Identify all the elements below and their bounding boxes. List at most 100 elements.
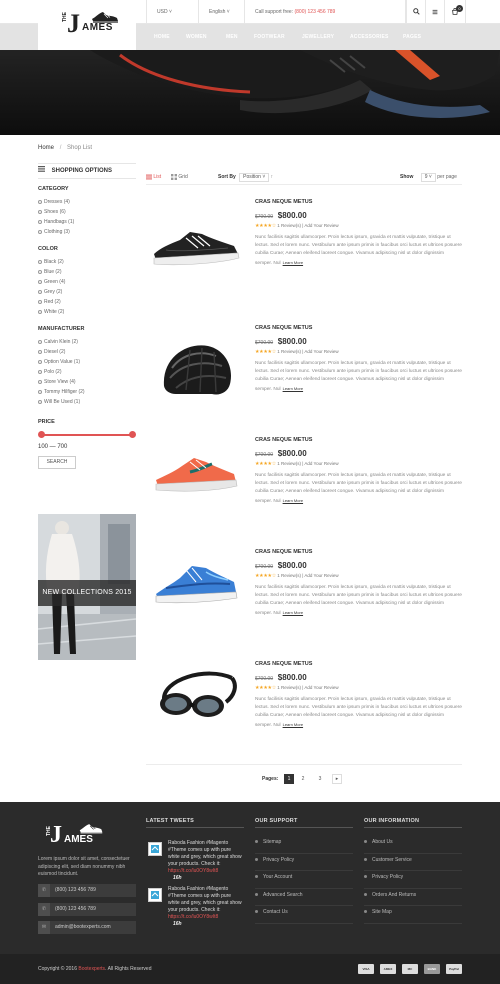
tweet-time: 16h [173, 875, 182, 881]
nav-accessories[interactable]: ACCESSORIES [350, 24, 389, 50]
filter-option[interactable]: White (2) [38, 307, 136, 317]
product-image[interactable] [146, 548, 244, 648]
tweet-link[interactable]: https://t.co/lu0OY8wIt8 [168, 914, 218, 920]
grid-view-icon [171, 173, 177, 180]
filter-option[interactable]: Blue (2) [38, 267, 136, 277]
footer-link[interactable]: Your Account [255, 871, 353, 889]
filter-label: Clothing (3) [44, 229, 70, 235]
footer-link[interactable]: Privacy Policy [255, 854, 353, 871]
nav-jewellery[interactable]: JEWELLERY [302, 24, 334, 50]
nav-women[interactable]: WOMEN [186, 24, 207, 50]
filter-option[interactable]: Will Be Used (1) [38, 397, 136, 407]
our-information: OUR INFORMATION About Us Customer Servic… [364, 818, 462, 924]
mail-icon: ✉ [38, 921, 50, 934]
mastercard-icon: MC [402, 964, 418, 974]
review-links[interactable]: 1 Review(s) | Add Your Review [277, 349, 338, 354]
show-select[interactable]: 9 ˅ [420, 173, 436, 182]
per-page-label: per page [437, 174, 457, 180]
promo-banner[interactable]: NEW COLLECTIONS 2015 [38, 514, 136, 660]
next-page-button[interactable]: ▸ [332, 774, 342, 784]
filter-option[interactable]: Diesel (2) [38, 347, 136, 357]
bullet-icon [255, 910, 258, 914]
nav-home[interactable]: HOME [154, 24, 170, 50]
product-image[interactable] [146, 324, 244, 424]
nav-pages[interactable]: PAGES [403, 24, 421, 50]
filter-option[interactable]: Grey (2) [38, 287, 136, 297]
filter-option[interactable]: Black (2) [38, 257, 136, 267]
learn-more-link[interactable]: Learn More [283, 722, 303, 727]
list-view-toggle[interactable]: List [146, 172, 161, 182]
language-selector[interactable]: English ˅ [198, 0, 244, 24]
filter-option[interactable]: Dresses (4) [38, 197, 136, 207]
tweet-link[interactable]: https://t.co/lu0OY8wIt8 [168, 868, 218, 874]
filter-option[interactable]: Handbags (1) [38, 217, 136, 227]
site-logo[interactable]: THE J AMES [38, 0, 136, 50]
filter-option[interactable]: Green (4) [38, 277, 136, 287]
product-image[interactable] [146, 660, 244, 760]
nav-men[interactable]: MEN [226, 24, 238, 50]
radio-icon [38, 309, 42, 314]
search-button[interactable] [406, 0, 425, 24]
filter-option[interactable]: Calvin Klein (2) [38, 337, 136, 347]
footer-link[interactable]: Advanced Search [255, 889, 353, 906]
review-links[interactable]: 1 Review(s) | Add Your Review [277, 223, 338, 228]
tweet-item: Raboda Fashion #Magento #Theme comes up … [146, 840, 244, 881]
bank-card-icon: BANK [424, 964, 440, 974]
price-slider-track [40, 434, 134, 436]
footer-link[interactable]: Customer Service [364, 854, 462, 871]
sort-direction-icon[interactable]: ↑ [271, 174, 274, 180]
learn-more-link[interactable]: Learn More [283, 610, 303, 615]
review-links[interactable]: 1 Review(s) | Add Your Review [277, 461, 338, 466]
footer-email[interactable]: ✉ admin@bootexperts.com [38, 921, 136, 934]
page-3-button[interactable]: 3 [315, 774, 325, 784]
review-links[interactable]: 1 Review(s) | Add Your Review [277, 685, 338, 690]
footer-link[interactable]: About Us [364, 836, 462, 854]
footer-link[interactable]: Privacy Policy [364, 871, 462, 889]
footer-link[interactable]: Contact Us [255, 906, 353, 924]
copyright-brand-link[interactable]: Bootexperts [78, 966, 105, 972]
filter-label: Store View (4) [44, 379, 76, 385]
nav-footwear[interactable]: FOOTWEAR [254, 24, 285, 50]
sort-select[interactable]: Position ˅ [239, 173, 270, 182]
radio-icon [38, 289, 42, 294]
price-slider[interactable] [38, 430, 136, 440]
learn-more-link[interactable]: Learn More [283, 386, 303, 391]
filter-option[interactable]: Option Value (1) [38, 357, 136, 367]
radio-icon [38, 369, 42, 374]
breadcrumb-home[interactable]: Home [38, 145, 54, 151]
product-name[interactable]: CRAS NEQUE METUS [255, 199, 462, 205]
footer-link[interactable]: Sitemap [255, 836, 353, 854]
learn-more-link[interactable]: Learn More [283, 260, 303, 265]
cart-button[interactable]: 0 [444, 0, 466, 24]
price-slider-min-handle[interactable] [38, 431, 45, 438]
product-prices: $700.00 $800.00 [255, 337, 462, 347]
menu-button[interactable] [425, 0, 444, 24]
page-2-button[interactable]: 2 [298, 774, 308, 784]
review-links[interactable]: 1 Review(s) | Add Your Review [277, 573, 338, 578]
product-image[interactable] [146, 436, 244, 536]
footer-link[interactable]: Orders And Returns [364, 889, 462, 906]
filter-option[interactable]: Polo (2) [38, 367, 136, 377]
product-name[interactable]: CRAS NEQUE METUS [255, 661, 462, 667]
old-price: $700.00 [255, 214, 274, 220]
support-links: Sitemap Privacy Policy Your Account Adva… [255, 836, 353, 924]
filter-option[interactable]: Red (2) [38, 297, 136, 307]
filter-option[interactable]: Clothing (3) [38, 227, 136, 237]
price-search-button[interactable]: SEARCH [38, 456, 76, 469]
grid-view-toggle[interactable]: Grid [171, 172, 188, 182]
footer-logo[interactable]: THE J AMES [38, 820, 118, 856]
footer-link[interactable]: Site Map [364, 906, 462, 924]
filter-option[interactable]: Store View (4) [38, 377, 136, 387]
product-image[interactable] [146, 198, 244, 298]
filter-option[interactable]: Shoes (6) [38, 207, 136, 217]
currency-selector[interactable]: USD ˅ [146, 0, 198, 24]
filter-option[interactable]: Tommy Hilfiger (2) [38, 387, 136, 397]
product-name[interactable]: CRAS NEQUE METUS [255, 549, 462, 555]
product-name[interactable]: CRAS NEQUE METUS [255, 325, 462, 331]
page-1-button[interactable]: 1 [284, 774, 294, 784]
product-name[interactable]: CRAS NEQUE METUS [255, 437, 462, 443]
price-slider-max-handle[interactable] [129, 431, 136, 438]
learn-more-link[interactable]: Learn More [283, 498, 303, 503]
rating-stars-icon: ★★★★☆ [255, 461, 276, 467]
product-price: $800.00 [277, 211, 307, 220]
